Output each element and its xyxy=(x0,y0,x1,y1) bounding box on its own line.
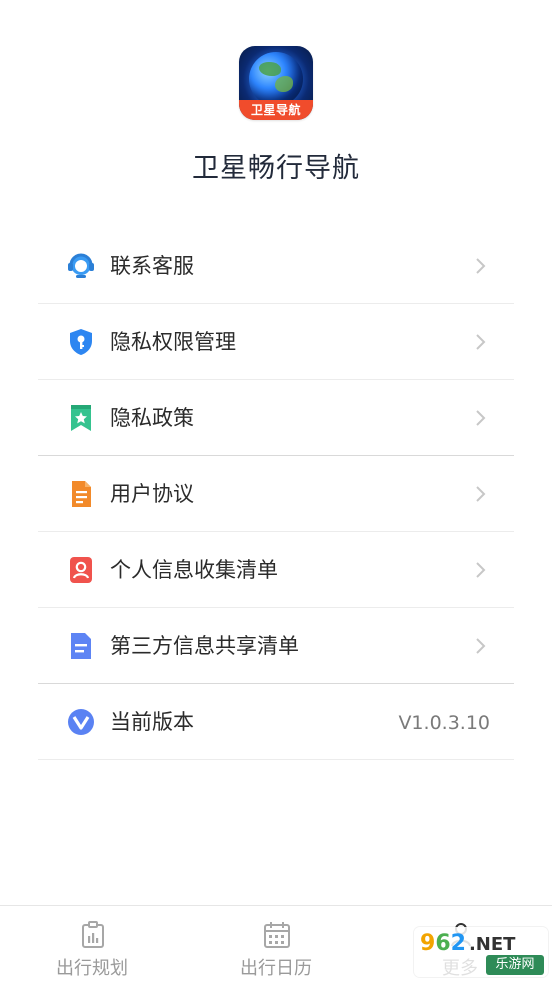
chevron-right-icon xyxy=(476,486,486,502)
calendar-icon xyxy=(264,922,290,948)
menu-item-third-party-sharing-list[interactable]: 第三方信息共享清单 xyxy=(38,608,514,684)
app-logo-icon: 卫星导航 xyxy=(239,46,313,120)
user-card-icon xyxy=(70,557,92,583)
settings-menu: 联系客服 隐私权限管理 隐私政策 用户协议 个人信息收集清单 第三方信息共享清单… xyxy=(38,228,514,760)
clipboard-chart-icon xyxy=(82,921,104,948)
menu-item-privacy-policy[interactable]: 隐私政策 xyxy=(38,380,514,456)
chevron-right-icon xyxy=(476,258,486,274)
tab-trip-planning[interactable]: 出行规划 xyxy=(0,906,184,982)
menu-item-label: 隐私权限管理 xyxy=(110,330,236,354)
site-watermark: 962 .NET 乐游网 xyxy=(414,927,548,977)
menu-item-label: 第三方信息共享清单 xyxy=(110,634,299,658)
menu-item-label: 当前版本 xyxy=(110,710,194,734)
chevron-right-icon xyxy=(476,638,486,654)
menu-item-privacy-permissions[interactable]: 隐私权限管理 xyxy=(38,304,514,380)
bookmark-star-icon xyxy=(71,405,91,431)
tab-label: 出行规划 xyxy=(56,958,128,979)
menu-item-label: 联系客服 xyxy=(110,254,194,278)
document-icon xyxy=(72,481,91,507)
menu-item-label: 用户协议 xyxy=(110,482,194,506)
chevron-right-icon xyxy=(476,410,486,426)
menu-item-user-agreement[interactable]: 用户协议 xyxy=(38,456,514,532)
tab-label: 出行日历 xyxy=(240,958,312,979)
chevron-right-icon xyxy=(476,562,486,578)
app-logo-banner: 卫星导航 xyxy=(239,100,313,120)
menu-item-label: 隐私政策 xyxy=(110,406,194,430)
version-number: V1.0.3.10 xyxy=(398,712,490,734)
watermark-subtitle: 乐游网 xyxy=(486,955,544,975)
menu-item-personal-info-list[interactable]: 个人信息收集清单 xyxy=(38,532,514,608)
app-header: 卫星导航 卫星畅行导航 xyxy=(0,0,552,220)
version-v-icon xyxy=(68,709,94,735)
shield-key-icon xyxy=(70,329,92,355)
menu-item-current-version: 当前版本 V1.0.3.10 xyxy=(38,684,514,760)
menu-item-contact-support[interactable]: 联系客服 xyxy=(38,228,514,304)
watermark-logo-text: 962 .NET xyxy=(420,931,516,956)
tab-trip-calendar[interactable]: 出行日历 xyxy=(184,906,368,982)
chevron-right-icon xyxy=(476,334,486,350)
doc-lines-icon xyxy=(71,633,91,659)
customer-service-icon xyxy=(68,253,94,278)
menu-item-label: 个人信息收集清单 xyxy=(110,558,278,582)
app-title: 卫星畅行导航 xyxy=(192,153,360,184)
